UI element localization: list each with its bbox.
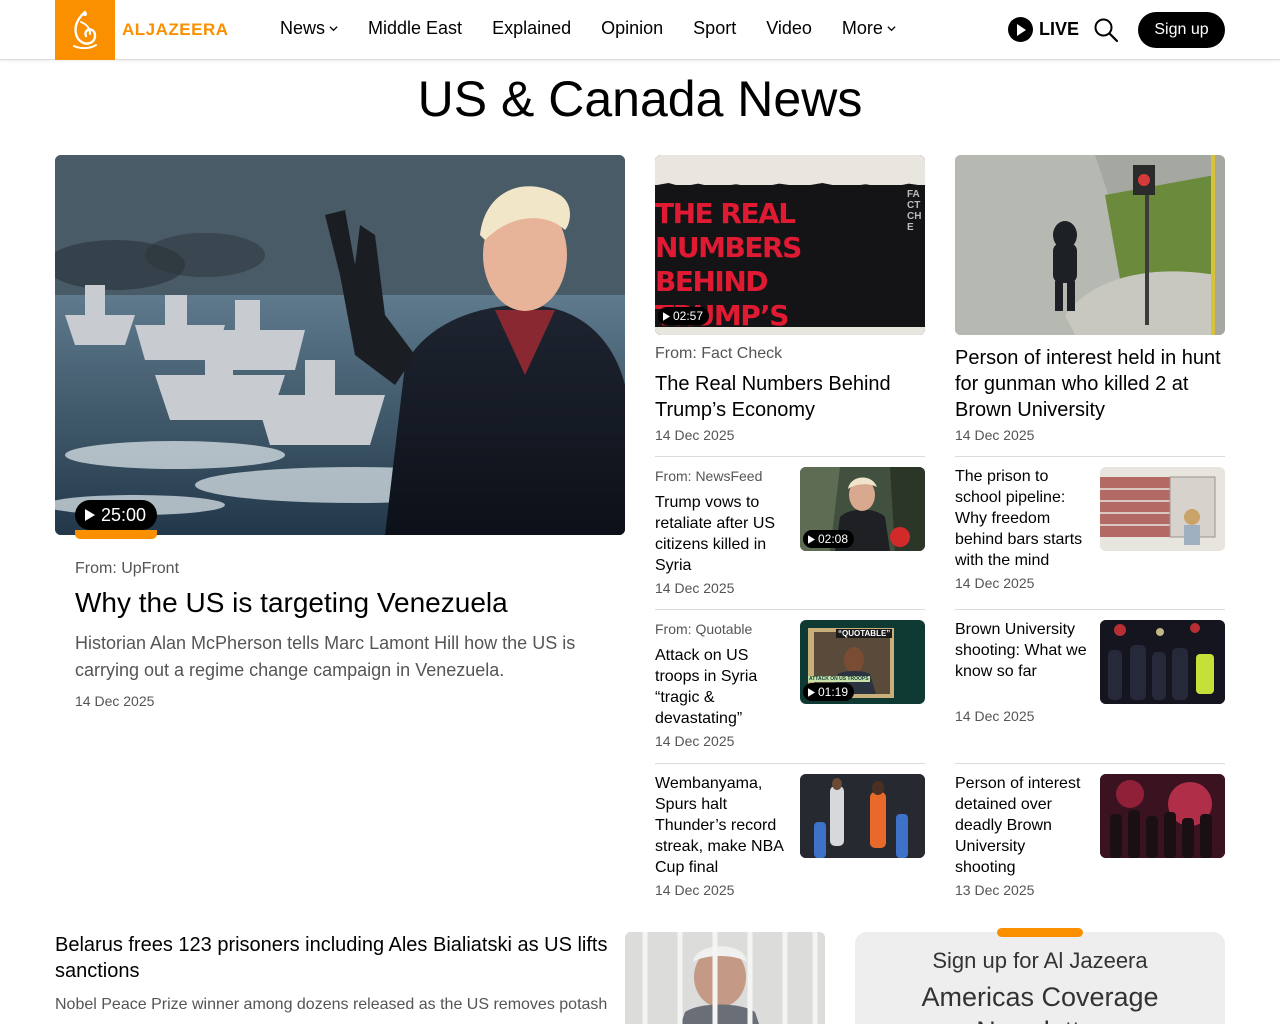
list-item-thumbnail[interactable]: [1100, 774, 1225, 858]
bottom-story-image[interactable]: [625, 932, 825, 1024]
nav-label: More: [841, 18, 883, 38]
list-item-date: 14 Dec 2025: [955, 575, 1035, 591]
nav-item-video[interactable]: Video: [766, 18, 812, 39]
featured-source: From: UpFront: [75, 560, 180, 577]
card-title[interactable]: The Real Numbers Behind Trump’s Economy: [655, 371, 920, 423]
duration-label: 02:08: [818, 532, 849, 546]
card-title[interactable]: Person of interest held in hunt for gunm…: [955, 345, 1225, 423]
video-duration-badge: 25:00: [75, 500, 158, 530]
brown-university-image[interactable]: [955, 155, 1225, 335]
play-icon: [808, 687, 815, 697]
card-source: From: Fact Check: [655, 345, 783, 362]
aljazeera-logo-icon[interactable]: [55, 0, 115, 60]
fact-check-tag: FACT CHE: [907, 189, 922, 233]
newsletter-title: Americas Coverage Newsletter: [921, 982, 1159, 1024]
featured-photo: [55, 155, 625, 535]
divider: [955, 456, 1225, 457]
newsletter-subtitle: Sign up for Al Jazeera: [932, 948, 1148, 973]
list-item-thumbnail[interactable]: [1100, 620, 1225, 704]
search-icon[interactable]: [1093, 17, 1119, 43]
divider: [955, 609, 1225, 610]
list-item-source: From: Quotable: [655, 621, 753, 637]
list-item-title[interactable]: Person of interest detained over deadly …: [955, 773, 1090, 878]
list-item-thumbnail[interactable]: 02:08: [800, 467, 925, 551]
nav-label: Sport: [693, 18, 737, 38]
card-date: 14 Dec 2025: [955, 427, 1035, 443]
chevron-down-icon: [329, 26, 338, 32]
list-item-date: 14 Dec 2025: [655, 580, 735, 596]
site-header: ALJAZEERA News Middle East Explained Opi…: [0, 0, 1280, 60]
nav-item-opinion[interactable]: Opinion: [601, 18, 663, 39]
signup-button[interactable]: Sign up: [1138, 12, 1225, 48]
main-nav: News Middle East Explained Opinion Sport…: [280, 18, 926, 39]
card-date: 14 Dec 2025: [655, 427, 735, 443]
play-icon: [1008, 17, 1033, 42]
nav-item-explained[interactable]: Explained: [492, 18, 571, 39]
video-duration-badge: 02:08: [803, 530, 855, 548]
prisoner-photo: [625, 932, 825, 1024]
featured-description: Historian Alan McPherson tells Marc Lamo…: [75, 633, 576, 680]
nav-label: Opinion: [601, 18, 664, 38]
divider: [655, 609, 925, 610]
divider: [955, 763, 1225, 764]
video-duration-badge: 02:57: [658, 307, 710, 325]
list-item-source: From: NewsFeed: [655, 468, 763, 484]
cctv-photo: [955, 155, 1225, 335]
play-icon: [85, 509, 95, 521]
list-item-title[interactable]: Wembanyama, Spurs halt Thunder’s record …: [655, 773, 790, 878]
police-scene-photo: [1100, 620, 1225, 704]
list-item-date: 13 Dec 2025: [955, 882, 1035, 898]
play-icon: [663, 311, 670, 321]
divider: [655, 456, 925, 457]
featured-accent-bar: [75, 530, 157, 539]
quotable-label: “QUOTABLE”: [836, 629, 893, 638]
fact-check-image[interactable]: THE REAL NUMBERS BEHIND TRUMP’S ECONOMY …: [655, 155, 925, 335]
featured-title[interactable]: Why the US is targeting Venezuela: [75, 587, 508, 619]
list-item-thumbnail[interactable]: “QUOTABLE” ATTACK ON US TROOPS 01:19: [800, 620, 925, 704]
illustration-photo: [1100, 467, 1225, 551]
bottom-story-description: Nobel Peace Prize winner among dozens re…: [55, 996, 608, 1013]
list-item-date: 14 Dec 2025: [955, 708, 1035, 724]
bottom-story-title[interactable]: Belarus frees 123 prisoners including Al…: [55, 932, 615, 984]
live-label: LIVE: [1039, 19, 1080, 39]
list-item-date: 14 Dec 2025: [655, 733, 735, 749]
list-item-thumbnail[interactable]: [1100, 467, 1225, 551]
list-item-title[interactable]: Brown University shooting: What we know …: [955, 619, 1090, 682]
nav-label: Video: [766, 18, 812, 38]
nav-item-middle-east[interactable]: Middle East: [368, 18, 462, 39]
nav-label: Explained: [492, 18, 572, 38]
basketball-photo: [800, 774, 925, 858]
list-item-title[interactable]: The prison to school pipeline: Why freed…: [955, 466, 1090, 571]
page-title: US & Canada News: [417, 71, 863, 127]
nav-item-sport[interactable]: Sport: [693, 18, 736, 39]
newsletter-accent-bar: [997, 928, 1083, 937]
divider: [655, 763, 925, 764]
video-duration-badge: 01:19: [803, 683, 855, 701]
quotable-caption: ATTACK ON US TROOPS: [808, 676, 870, 682]
duration-label: 01:19: [818, 685, 849, 699]
featured-date: 14 Dec 2025: [75, 693, 155, 709]
nav-item-more[interactable]: More: [842, 18, 896, 39]
nav-item-news[interactable]: News: [280, 18, 338, 39]
list-item-date: 14 Dec 2025: [655, 882, 735, 898]
nav-label: Middle East: [368, 18, 463, 38]
list-item-title[interactable]: Trump vows to retaliate after US citizen…: [655, 492, 785, 576]
logo-wordmark[interactable]: ALJAZEERA: [122, 20, 229, 40]
live-button[interactable]: LIVE: [1008, 17, 1079, 42]
list-item-thumbnail[interactable]: [800, 774, 925, 858]
play-icon: [808, 534, 815, 544]
featured-image[interactable]: 25:00: [55, 155, 625, 535]
duration-label: 25:00: [101, 504, 147, 525]
nav-label: News: [280, 18, 326, 38]
duration-label: 02:57: [673, 309, 704, 323]
emergency-scene-photo: [1100, 774, 1225, 858]
list-item-title[interactable]: Attack on US troops in Syria “tragic & d…: [655, 645, 785, 729]
chevron-down-icon: [887, 26, 896, 32]
